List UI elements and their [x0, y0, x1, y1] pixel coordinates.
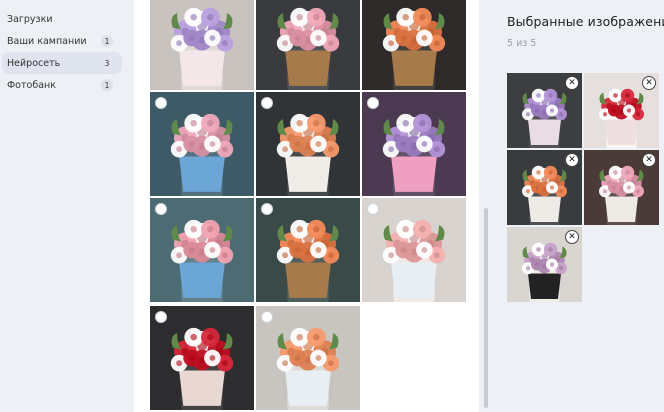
- gallery-image[interactable]: [256, 92, 360, 196]
- selected-image[interactable]: ✕: [507, 227, 582, 302]
- select-checkbox[interactable]: [155, 311, 167, 323]
- select-checkbox[interactable]: [261, 311, 273, 323]
- sidebar: Загрузки Ваши кампании 1 Нейросеть 3 Фот…: [0, 0, 134, 412]
- flower-photo: [256, 92, 360, 196]
- flower-photo: [256, 0, 360, 90]
- gallery-image[interactable]: [256, 0, 360, 90]
- select-checkbox[interactable]: [367, 203, 379, 215]
- select-checkbox[interactable]: [261, 203, 273, 215]
- remove-image-button[interactable]: ✕: [642, 153, 656, 167]
- sidebar-item-campaigns[interactable]: Ваши кампании 1: [2, 30, 122, 52]
- count-badge: 3: [104, 58, 110, 68]
- gallery-image[interactable]: [256, 198, 360, 302]
- sidebar-item-label: Ваши кампании: [7, 35, 87, 47]
- flower-photo: [362, 92, 466, 196]
- scrollbar-thumb[interactable]: [484, 208, 488, 408]
- flower-photo: [256, 306, 360, 410]
- selected-image[interactable]: ✕: [584, 150, 659, 225]
- gallery-image[interactable]: [150, 92, 254, 196]
- selected-images-panel: Выбранные изображения 5 из 5 ✕ ✕ ✕ ✕ ✕: [490, 0, 664, 412]
- sidebar-item-neural-network[interactable]: Нейросеть 3: [2, 52, 122, 74]
- count-badge: 1: [101, 35, 113, 47]
- scrollbar[interactable]: [483, 0, 489, 412]
- flower-photo: [150, 0, 254, 90]
- remove-image-button[interactable]: ✕: [565, 153, 579, 167]
- selected-image[interactable]: ✕: [507, 150, 582, 225]
- selected-image[interactable]: ✕: [507, 73, 582, 148]
- select-checkbox[interactable]: [155, 203, 167, 215]
- remove-image-button[interactable]: ✕: [565, 230, 579, 244]
- gallery-image[interactable]: [150, 198, 254, 302]
- panel-title: Выбранные изображения: [507, 14, 664, 29]
- selection-counter: 5 из 5: [507, 38, 537, 49]
- remove-image-button[interactable]: ✕: [565, 76, 579, 90]
- select-checkbox[interactable]: [261, 97, 273, 109]
- flower-photo: [150, 198, 254, 302]
- sidebar-item-photobank[interactable]: Фотобанк 1: [2, 74, 122, 96]
- selected-image[interactable]: ✕: [584, 73, 659, 148]
- flower-photo: [150, 306, 254, 410]
- sidebar-item-uploads[interactable]: Загрузки: [2, 8, 122, 30]
- gallery-image[interactable]: [150, 306, 254, 410]
- gallery-image[interactable]: [362, 92, 466, 196]
- select-checkbox[interactable]: [155, 97, 167, 109]
- flower-photo: [362, 0, 466, 90]
- gallery-image[interactable]: [362, 0, 466, 90]
- sidebar-item-label: Нейросеть: [7, 57, 61, 69]
- remove-image-button[interactable]: ✕: [642, 76, 656, 90]
- count-badge: 1: [101, 79, 113, 91]
- gallery-image[interactable]: [256, 306, 360, 410]
- image-gallery: [134, 0, 479, 412]
- sidebar-item-label: Фотобанк: [7, 79, 56, 91]
- select-checkbox[interactable]: [367, 97, 379, 109]
- sidebar-item-label: Загрузки: [7, 13, 53, 25]
- flower-photo: [256, 198, 360, 302]
- gallery-image[interactable]: [150, 0, 254, 90]
- flower-photo: [362, 198, 466, 302]
- gallery-image[interactable]: [362, 198, 466, 302]
- flower-photo: [150, 92, 254, 196]
